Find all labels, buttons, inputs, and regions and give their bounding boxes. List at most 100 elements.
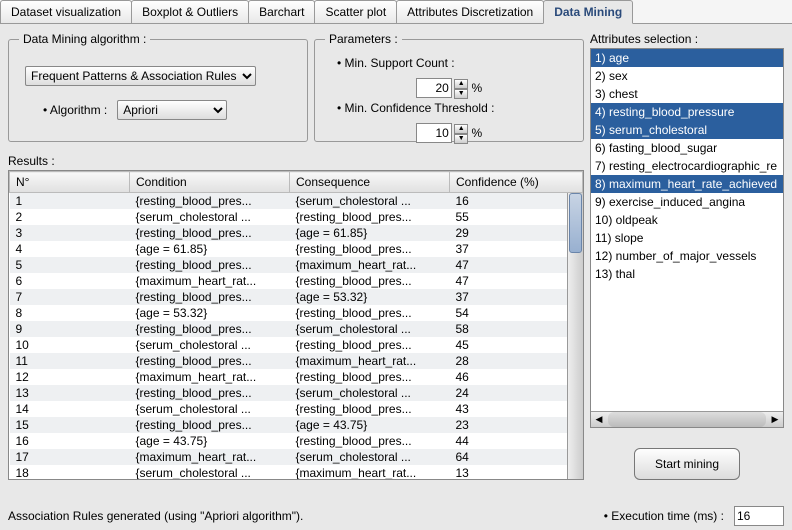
table-cell: 12 — [10, 369, 130, 385]
tab-boxplot-outliers[interactable]: Boxplot & Outliers — [131, 0, 249, 23]
tab-attributes-discretization[interactable]: Attributes Discretization — [396, 0, 544, 23]
table-cell: 14 — [10, 401, 130, 417]
table-row[interactable]: 14{serum_cholestoral ...{resting_blood_p… — [10, 401, 583, 417]
column-header[interactable]: Consequence — [290, 172, 450, 193]
results-table[interactable]: N°ConditionConsequenceConfidence (%) 1{r… — [8, 170, 584, 480]
column-header[interactable]: Condition — [130, 172, 290, 193]
table-cell: 18 — [10, 465, 130, 480]
table-row[interactable]: 16{age = 43.75}{resting_blood_pres...44 — [10, 433, 583, 449]
table-row[interactable]: 1{resting_blood_pres...{serum_cholestora… — [10, 193, 583, 210]
attribute-item[interactable]: 10) oldpeak — [591, 211, 783, 229]
table-cell: 13 — [450, 465, 583, 480]
table-cell: 23 — [450, 417, 583, 433]
table-cell: 58 — [450, 321, 583, 337]
table-cell: {resting_blood_pres... — [290, 433, 450, 449]
table-cell: {serum_cholestoral ... — [130, 401, 290, 417]
algorithm-legend: Data Mining algorithm : — [19, 32, 150, 46]
table-cell: 64 — [450, 449, 583, 465]
table-cell: {serum_cholestoral ... — [290, 449, 450, 465]
table-cell: {resting_blood_pres... — [130, 257, 290, 273]
confidence-up-button[interactable]: ▲ — [454, 124, 468, 134]
attribute-item[interactable]: 1) age — [591, 49, 783, 67]
support-down-button[interactable]: ▼ — [454, 89, 468, 99]
start-mining-button[interactable]: Start mining — [634, 448, 740, 480]
table-cell: 16 — [450, 193, 583, 210]
table-cell: {resting_blood_pres... — [290, 369, 450, 385]
attributes-list[interactable]: 1) age2) sex3) chest4) resting_blood_pre… — [590, 48, 784, 428]
table-cell: 47 — [450, 257, 583, 273]
table-row[interactable]: 9{resting_blood_pres...{serum_cholestora… — [10, 321, 583, 337]
tab-dataset-visualization[interactable]: Dataset visualization — [0, 0, 132, 23]
table-row[interactable]: 11{resting_blood_pres...{maximum_heart_r… — [10, 353, 583, 369]
algorithm-select[interactable]: Apriori — [117, 100, 227, 120]
table-row[interactable]: 2{serum_cholestoral ...{resting_blood_pr… — [10, 209, 583, 225]
column-header[interactable]: N° — [10, 172, 130, 193]
min-support-input[interactable] — [416, 78, 452, 98]
table-row[interactable]: 12{maximum_heart_rat...{resting_blood_pr… — [10, 369, 583, 385]
table-cell: 28 — [450, 353, 583, 369]
parameters-legend: Parameters : — [325, 32, 402, 46]
tab-data-mining[interactable]: Data Mining — [543, 0, 633, 24]
min-confidence-input[interactable] — [416, 123, 452, 143]
table-row[interactable]: 7{resting_blood_pres...{age = 53.32}37 — [10, 289, 583, 305]
percent-label: % — [472, 126, 483, 140]
table-cell: {age = 61.85} — [130, 241, 290, 257]
attribute-item[interactable]: 7) resting_electrocardiographic_re — [591, 157, 783, 175]
mining-type-select[interactable]: Frequent Patterns & Association Rules — [25, 66, 256, 86]
table-row[interactable]: 13{resting_blood_pres...{serum_cholestor… — [10, 385, 583, 401]
table-cell: 5 — [10, 257, 130, 273]
table-cell: {serum_cholestoral ... — [290, 385, 450, 401]
table-row[interactable]: 8{age = 53.32}{resting_blood_pres...54 — [10, 305, 583, 321]
table-cell: 1 — [10, 193, 130, 210]
support-up-button[interactable]: ▲ — [454, 79, 468, 89]
attribute-item[interactable]: 3) chest — [591, 85, 783, 103]
tab-barchart[interactable]: Barchart — [248, 0, 315, 23]
table-cell: {resting_blood_pres... — [290, 209, 450, 225]
table-row[interactable]: 15{resting_blood_pres...{age = 43.75}23 — [10, 417, 583, 433]
confidence-down-button[interactable]: ▼ — [454, 134, 468, 144]
table-row[interactable]: 18{serum_cholestoral ...{maximum_heart_r… — [10, 465, 583, 480]
exec-time-label: Execution time (ms) : — [611, 509, 724, 523]
horizontal-scrollbar[interactable]: ◀ ▶ — [591, 411, 783, 427]
table-row[interactable]: 10{serum_cholestoral ...{resting_blood_p… — [10, 337, 583, 353]
table-row[interactable]: 4{age = 61.85}{resting_blood_pres...37 — [10, 241, 583, 257]
table-cell: 7 — [10, 289, 130, 305]
table-cell: 10 — [10, 337, 130, 353]
table-cell: {serum_cholestoral ... — [290, 321, 450, 337]
table-cell: 37 — [450, 241, 583, 257]
table-cell: 47 — [450, 273, 583, 289]
attributes-label: Attributes selection : — [590, 32, 784, 46]
table-cell: {resting_blood_pres... — [130, 289, 290, 305]
table-cell: {age = 53.32} — [290, 289, 450, 305]
attribute-item[interactable]: 2) sex — [591, 67, 783, 85]
tab-scatter-plot[interactable]: Scatter plot — [314, 0, 397, 23]
vertical-scrollbar[interactable] — [567, 193, 583, 479]
table-cell: {resting_blood_pres... — [130, 385, 290, 401]
table-cell: {resting_blood_pres... — [130, 417, 290, 433]
attribute-item[interactable]: 9) exercise_induced_angina — [591, 193, 783, 211]
column-header[interactable]: Confidence (%) — [450, 172, 583, 193]
attribute-item[interactable]: 5) serum_cholestoral — [591, 121, 783, 139]
scroll-left-icon[interactable]: ◀ — [591, 414, 607, 425]
attribute-item[interactable]: 8) maximum_heart_rate_achieved — [591, 175, 783, 193]
scroll-right-icon[interactable]: ▶ — [767, 414, 783, 425]
table-row[interactable]: 17{maximum_heart_rat...{serum_cholestora… — [10, 449, 583, 465]
attribute-item[interactable]: 13) thal — [591, 265, 783, 283]
table-cell: {age = 43.75} — [130, 433, 290, 449]
table-row[interactable]: 6{maximum_heart_rat...{resting_blood_pre… — [10, 273, 583, 289]
table-cell: {resting_blood_pres... — [130, 353, 290, 369]
attribute-item[interactable]: 4) resting_blood_pressure — [591, 103, 783, 121]
table-row[interactable]: 5{resting_blood_pres...{maximum_heart_ra… — [10, 257, 583, 273]
attribute-item[interactable]: 11) slope — [591, 229, 783, 247]
attribute-item[interactable]: 6) fasting_blood_sugar — [591, 139, 783, 157]
attribute-item[interactable]: 12) number_of_major_vessels — [591, 247, 783, 265]
table-cell: 55 — [450, 209, 583, 225]
table-cell: 45 — [450, 337, 583, 353]
table-cell: {serum_cholestoral ... — [130, 465, 290, 480]
table-cell: {serum_cholestoral ... — [290, 193, 450, 210]
table-row[interactable]: 3{resting_blood_pres...{age = 61.85}29 — [10, 225, 583, 241]
table-cell: {age = 43.75} — [290, 417, 450, 433]
table-cell: {resting_blood_pres... — [290, 401, 450, 417]
exec-time-input[interactable] — [734, 506, 784, 526]
table-cell: {maximum_heart_rat... — [290, 257, 450, 273]
